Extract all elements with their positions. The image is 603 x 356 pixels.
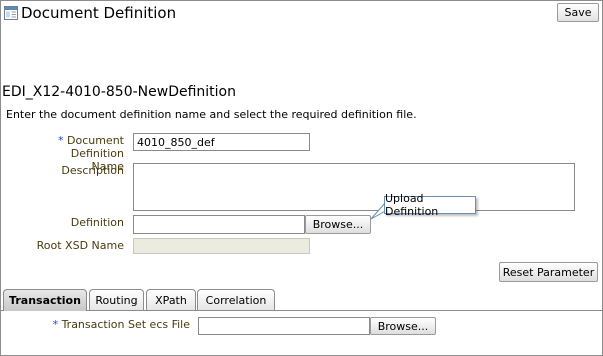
transaction-set-label: * Transaction Set ecs File	[52, 318, 190, 331]
save-button[interactable]: Save	[557, 3, 599, 22]
required-marker: *	[58, 134, 64, 147]
def-name-input[interactable]	[133, 133, 310, 151]
tab-bar-underline	[0, 310, 603, 311]
definition-file-input[interactable]	[133, 215, 305, 234]
upload-definition-tooltip: Upload Definition	[384, 192, 476, 218]
root-xsd-label: Root XSD Name	[36, 239, 124, 252]
transaction-file-input[interactable]	[198, 317, 370, 335]
definition-heading: EDI_X12-4010-850-NewDefinition	[2, 84, 236, 100]
description-textarea[interactable]	[133, 163, 575, 211]
tab-routing[interactable]: Routing	[89, 289, 144, 310]
instructions-text: Enter the document definition name and s…	[6, 108, 417, 121]
root-xsd-input	[133, 238, 310, 254]
tab-correlation[interactable]: Correlation	[197, 289, 275, 310]
description-label: Description	[61, 164, 124, 177]
document-definition-icon	[4, 6, 18, 20]
tab-transaction[interactable]: Transaction	[3, 289, 87, 311]
tab-xpath[interactable]: XPath	[146, 289, 196, 310]
page-title: Document Definition	[21, 4, 177, 22]
definition-label: Definition	[70, 216, 124, 229]
reset-parameter-button[interactable]: Reset Parameter	[499, 262, 598, 282]
definition-browse-button[interactable]: Browse...	[305, 215, 371, 234]
transaction-browse-button[interactable]: Browse...	[370, 317, 436, 335]
